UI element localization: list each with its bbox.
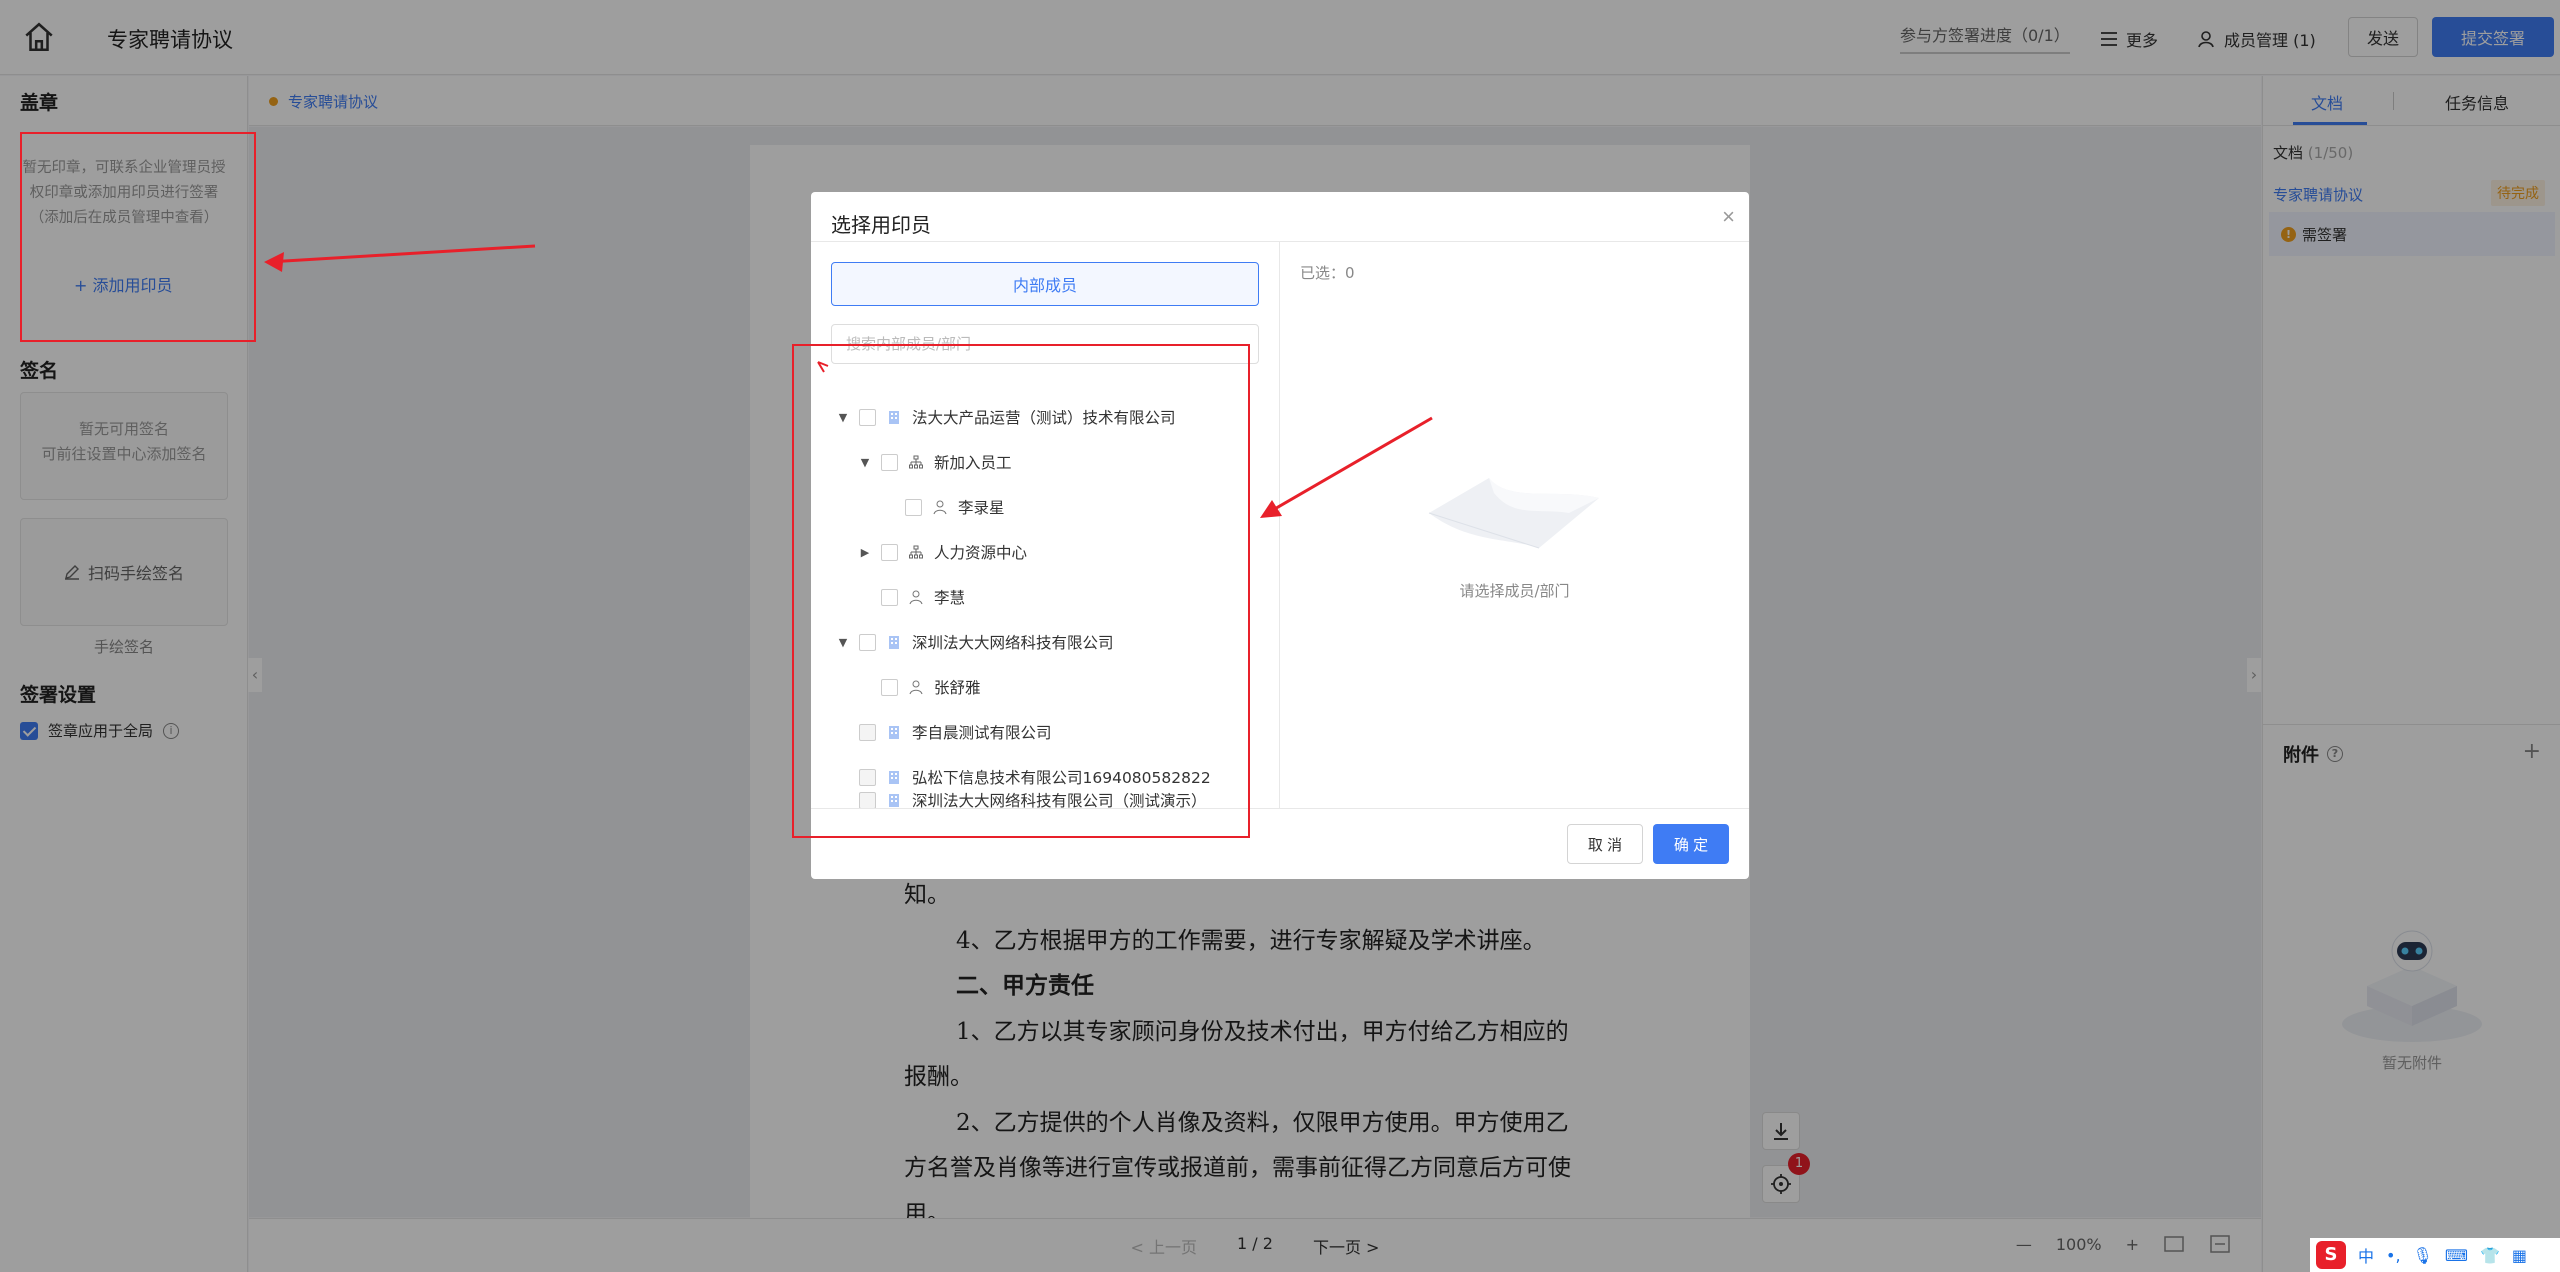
empty-paper-illustration-icon (1428, 478, 1599, 549)
modal-title: 选择用印员 (831, 213, 931, 237)
skin-icon[interactable]: 👕 (2480, 1246, 2500, 1265)
annotation-box (20, 132, 256, 342)
tab-internal-members[interactable]: 内部成员 (831, 262, 1259, 306)
ime-language[interactable]: 中 (2358, 1243, 2374, 1267)
punctuation-icon[interactable]: •, (2386, 1246, 2401, 1265)
close-icon[interactable]: × (1722, 204, 1735, 230)
empty-selection-hint: 请选择成员/部门 (1459, 582, 1570, 600)
microphone-icon[interactable]: 🎙 (2413, 1246, 2433, 1265)
keyboard-icon[interactable]: ⌨ (2445, 1246, 2468, 1265)
cancel-button[interactable]: 取 消 (1567, 824, 1643, 864)
selected-count: 已选：0 (1300, 264, 1355, 282)
annotation-box (792, 344, 1250, 838)
divider (1279, 242, 1280, 808)
divider (811, 241, 1749, 242)
ime-toolbar[interactable]: S 中 •, 🎙 ⌨ 👕 ▦ (2310, 1238, 2560, 1272)
sogou-logo-icon[interactable]: S (2316, 1241, 2346, 1269)
confirm-button[interactable]: 确 定 (1653, 824, 1729, 864)
toolbox-icon[interactable]: ▦ (2512, 1246, 2527, 1265)
